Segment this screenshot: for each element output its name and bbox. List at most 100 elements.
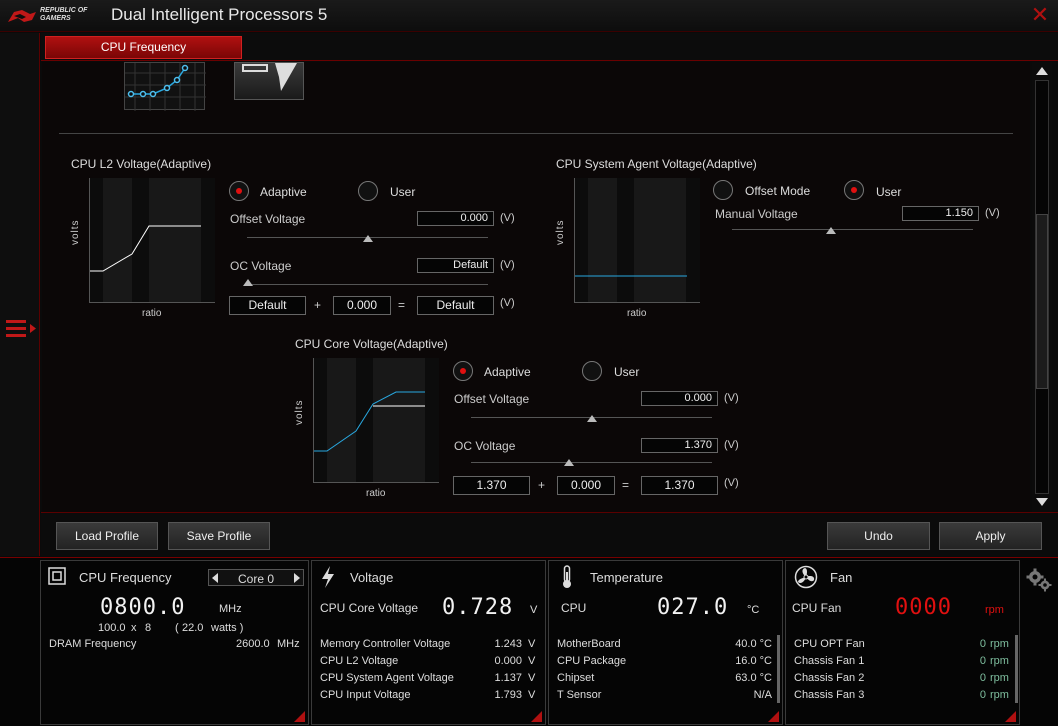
temp-row-value: 63.0 °C — [735, 672, 772, 684]
cpu-frequency-unit: MHz — [219, 603, 242, 615]
sa-y-axis-label: volts — [555, 219, 566, 245]
menu-expand-icon[interactable] — [6, 317, 36, 339]
l2-voltage-graph — [89, 178, 215, 303]
fan-row-value: 0 — [979, 638, 986, 650]
logo-line1: REPUBLIC OF — [40, 7, 88, 14]
core-adaptive-radio[interactable] — [453, 361, 473, 381]
logo-text: REPUBLIC OF GAMERS — [40, 7, 87, 23]
temp-list-scrollbar[interactable] — [777, 635, 780, 703]
l2-offset-label: Offset Voltage — [230, 212, 306, 226]
l2-oc-unit: (V) — [500, 259, 515, 271]
title-bar: REPUBLIC OF GAMERS Dual Intelligent Proc… — [0, 0, 1058, 32]
scroll-down-icon[interactable] — [1036, 498, 1048, 506]
core-offset-input[interactable]: 0.000 — [641, 391, 718, 406]
fan-row-value: 0 — [979, 689, 986, 701]
l2-plus: + — [314, 298, 322, 312]
l2-x-axis-label: ratio — [142, 308, 162, 319]
thermometer-icon — [563, 565, 571, 588]
sa-user-label: User — [876, 185, 902, 199]
sa-offset-mode-label: Offset Mode — [745, 184, 811, 198]
sa-user-radio[interactable] — [844, 180, 864, 200]
logo-line2: GAMERS — [40, 15, 71, 22]
l2-offset-unit: (V) — [500, 212, 515, 224]
lightning-icon — [322, 566, 334, 588]
core-user-label: User — [614, 365, 640, 379]
temp-row-label: Chipset — [557, 672, 595, 684]
l2-adaptive-label: Adaptive — [260, 185, 307, 199]
core-sum-offset: 0.000 — [557, 476, 615, 495]
curve-preview-thumbnail[interactable] — [124, 62, 206, 111]
core-oc-slider-thumb[interactable] — [564, 459, 574, 466]
core-sum-base: 1.370 — [453, 476, 530, 495]
sa-offset-mode-radio[interactable] — [713, 180, 733, 200]
l2-oc-slider-thumb[interactable] — [243, 279, 253, 286]
l2-oc-input[interactable]: Default — [417, 258, 494, 273]
temp-row-value: 40.0 °C — [735, 638, 772, 650]
content-scrollbar[interactable] — [1032, 62, 1052, 512]
fan-row-label: Chassis Fan 2 — [794, 672, 865, 684]
undo-button[interactable]: Undo — [827, 522, 930, 550]
save-profile-button[interactable]: Save Profile — [168, 522, 270, 550]
voltage-row-value: 1.243 — [494, 638, 522, 650]
fan-row-unit: rpm — [990, 655, 1009, 667]
button-bar: Load Profile Save Profile Undo Apply — [41, 512, 1058, 556]
dram-frequency-label: DRAM Frequency — [49, 638, 137, 650]
l2-offset-input[interactable]: 0.000 — [417, 211, 494, 226]
l2-sum-result: Default — [417, 296, 494, 315]
scroll-up-icon[interactable] — [1036, 67, 1048, 75]
l2-user-radio[interactable] — [358, 181, 378, 201]
fan-row-label: Chassis Fan 3 — [794, 689, 865, 701]
cpu-core-voltage-value: 0.728 — [442, 595, 514, 620]
l2-y-axis-label: volts — [70, 219, 81, 245]
core-user-radio[interactable] — [582, 361, 602, 381]
voltage-row-label: Memory Controller Voltage — [320, 638, 451, 650]
l2-oc-slider[interactable] — [247, 284, 488, 285]
sa-manual-slider[interactable] — [732, 229, 973, 230]
temperature-panel: Temperature CPU 027.0 °C MotherBoard 40.… — [548, 560, 783, 725]
panel-resize-corner[interactable] — [768, 711, 779, 722]
apply-button[interactable]: Apply — [939, 522, 1042, 550]
voltage-row-label: CPU System Agent Voltage — [320, 672, 454, 684]
voltage-row-unit: V — [528, 655, 536, 667]
cpu-temp-unit: °C — [747, 604, 760, 616]
sa-manual-unit: (V) — [985, 207, 1000, 219]
fan-row-label: CPU OPT Fan — [794, 638, 865, 650]
core-adaptive-label: Adaptive — [484, 365, 531, 379]
core-offset-unit: (V) — [724, 392, 739, 404]
cpu-fan-unit: rpm — [985, 604, 1004, 616]
voltage-row-unit: V — [528, 689, 536, 701]
panel-resize-corner[interactable] — [1005, 711, 1016, 722]
panel-resize-corner[interactable] — [531, 711, 542, 722]
panel-resize-corner[interactable] — [294, 711, 305, 722]
close-icon[interactable]: ✕ — [1030, 4, 1050, 26]
l2-offset-slider-thumb[interactable] — [363, 235, 373, 242]
core-oc-slider[interactable] — [471, 462, 712, 463]
temp-row-label: T Sensor — [557, 689, 602, 701]
core-select[interactable]: Core 0 — [208, 569, 304, 586]
l2-adaptive-radio[interactable] — [229, 181, 249, 201]
sa-manual-input[interactable]: 1.150 — [902, 206, 979, 221]
voltage-row-label: CPU L2 Voltage — [320, 655, 399, 667]
voltage-row-unit: V — [528, 672, 536, 684]
temp-row-value: 16.0 °C — [735, 655, 772, 667]
scroll-thumb[interactable] — [1036, 214, 1048, 389]
cpu-chip-icon — [48, 567, 66, 585]
sa-manual-slider-thumb[interactable] — [826, 227, 836, 234]
core-next-icon[interactable] — [294, 573, 300, 583]
core-voltage-graph — [313, 358, 439, 483]
multiplier-value: 8 — [145, 622, 152, 634]
sa-voltage-graph — [574, 178, 700, 303]
fan-list-scrollbar[interactable] — [1015, 635, 1018, 703]
voltage-panel: Voltage CPU Core Voltage 0.728 V Memory … — [311, 560, 546, 725]
core-offset-slider-thumb[interactable] — [587, 415, 597, 422]
app-title: Dual Intelligent Processors 5 — [111, 5, 328, 24]
fan-row-value: 0 — [979, 655, 986, 667]
settings-gear-icon[interactable] — [1026, 568, 1052, 592]
fan-row-value: 0 — [979, 672, 986, 684]
load-profile-button[interactable]: Load Profile — [56, 522, 158, 550]
cpu-frequency-panel: CPU Frequency Core 0 0800.0 MHz 100.0 x … — [40, 560, 309, 725]
tab-cpu-frequency[interactable]: CPU Frequency — [45, 36, 242, 59]
core-oc-input[interactable]: 1.370 — [641, 438, 718, 453]
mode-preview-thumbnail[interactable] — [234, 62, 304, 100]
dram-frequency-value: 2600.0 — [236, 638, 270, 650]
